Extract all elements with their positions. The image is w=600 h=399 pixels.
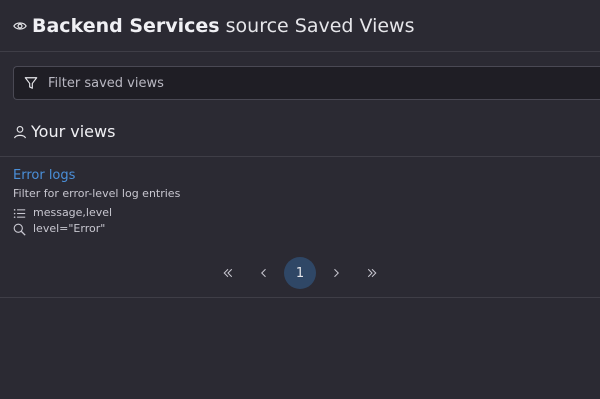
section-divider <box>0 156 600 157</box>
filter-icon <box>24 76 38 90</box>
your-views-heading: Your views <box>13 122 115 141</box>
chevrons-right-icon <box>367 268 377 278</box>
page-title-suffix: source Saved Views <box>225 14 415 37</box>
eye-icon <box>13 19 27 33</box>
saved-view-columns: message,level <box>13 205 573 221</box>
list-icon <box>13 207 26 220</box>
saved-view-item: Error logs Filter for error-level log en… <box>13 167 573 237</box>
saved-view-link[interactable]: Error logs <box>13 167 573 185</box>
saved-view-query: level="Error" <box>13 221 573 237</box>
pagination: 1 <box>0 257 600 289</box>
saved-views-page: Backend Services source Saved Views Your… <box>0 0 600 399</box>
last-page-button[interactable] <box>356 257 388 289</box>
page-title-source: Backend Services <box>32 14 220 37</box>
page-button-1[interactable]: 1 <box>284 257 316 289</box>
chevrons-left-icon <box>223 268 233 278</box>
next-page-button[interactable] <box>320 257 352 289</box>
first-page-button[interactable] <box>212 257 244 289</box>
user-icon <box>13 125 27 139</box>
page-header: Backend Services source Saved Views <box>0 0 600 52</box>
saved-view-description: Filter for error-level log entries <box>13 187 181 200</box>
bottom-divider <box>0 297 600 298</box>
chevron-left-icon <box>261 268 266 278</box>
saved-view-columns-text: message,level <box>33 206 113 219</box>
filter-saved-views-input[interactable] <box>48 75 568 91</box>
section-title: Your views <box>31 122 116 141</box>
previous-page-button[interactable] <box>248 257 280 289</box>
search-icon <box>13 223 26 236</box>
chevron-right-icon <box>334 268 339 278</box>
saved-view-query-text: level="Error" <box>33 222 106 235</box>
filter-saved-views-field[interactable] <box>13 66 600 100</box>
